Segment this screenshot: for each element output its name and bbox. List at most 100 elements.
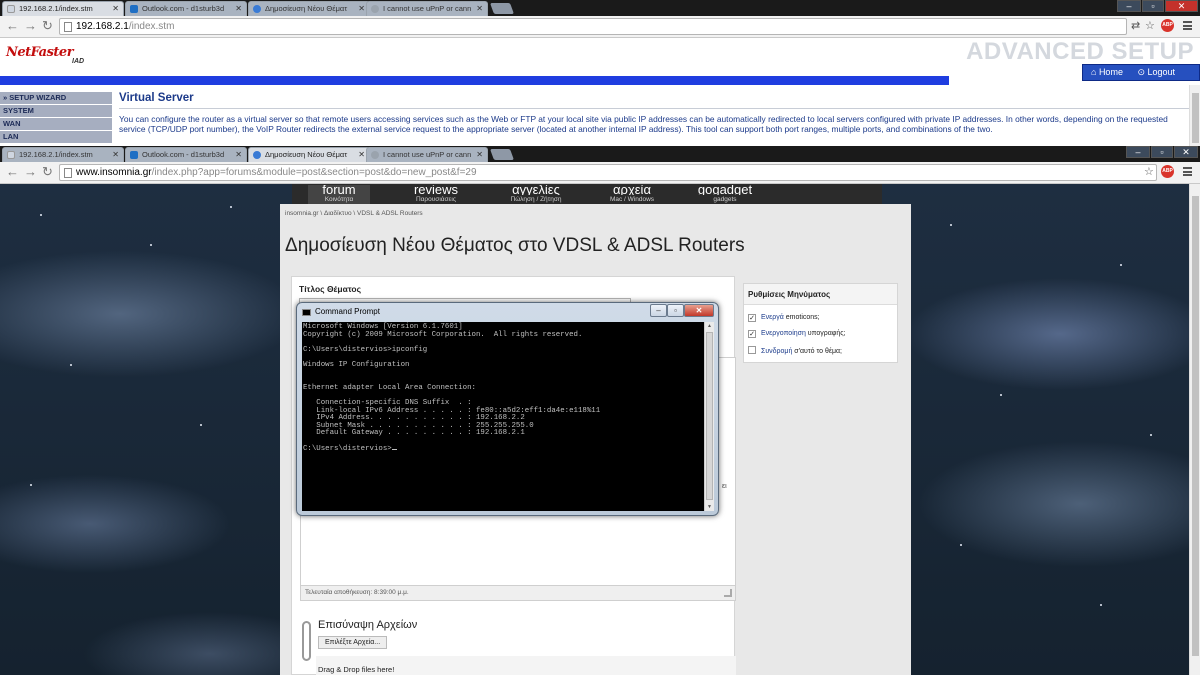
- close-tab-icon[interactable]: ✕: [358, 2, 365, 16]
- header-divider: [0, 76, 949, 85]
- adblock-icon[interactable]: ABP: [1161, 19, 1174, 32]
- new-tab-button[interactable]: [489, 149, 515, 160]
- scroll-up-icon[interactable]: ▲: [706, 323, 713, 329]
- menu-icon[interactable]: [1183, 21, 1192, 30]
- forward-icon[interactable]: →: [24, 19, 37, 33]
- option-subscribe[interactable]: Συνδρομή σ'αυτό το θέμα;: [748, 346, 842, 355]
- sidebar-item-system[interactable]: SYSTEM: [0, 105, 112, 118]
- console-scrollbar[interactable]: ▲ ▼: [704, 322, 714, 511]
- nav-sublabel: gadgets: [713, 196, 737, 203]
- star: [960, 544, 962, 546]
- resize-handle-icon[interactable]: [724, 589, 732, 597]
- browser-toolbar: ← → ↻ www.insomnia.gr/index.php?app=foru…: [0, 162, 1200, 184]
- option-label: σ'αυτό το θέμα;: [792, 348, 842, 355]
- restore-button[interactable]: ▫: [1142, 0, 1164, 12]
- tab-outlook[interactable]: Outlook.com - d1sturb3d ✕: [125, 147, 247, 162]
- adblock-icon[interactable]: ABP: [1161, 165, 1174, 178]
- choose-files-button[interactable]: Επιλέξτε Αρχεία...: [318, 636, 388, 649]
- star-icon[interactable]: ☆: [1144, 165, 1154, 179]
- new-tab-button[interactable]: [489, 3, 515, 14]
- nav-classifieds[interactable]: αγγελίες Πώληση / Ζήτηση: [496, 185, 576, 203]
- home-link[interactable]: ⌂ Home: [1091, 67, 1129, 77]
- close-window-button[interactable]: ✕: [1165, 0, 1198, 12]
- nav-sublabel: Κοινότητα: [324, 196, 354, 203]
- forward-icon[interactable]: →: [24, 165, 37, 179]
- url-host: 192.168.2.1: [76, 21, 129, 32]
- nav-reviews[interactable]: reviews Παρουσιάσεις: [396, 185, 476, 203]
- address-bar[interactable]: www.insomnia.gr/index.php?app=forums&mod…: [59, 164, 1157, 181]
- tab-upnp[interactable]: I cannot use uPnP or cann ✕: [366, 1, 488, 16]
- option-label: emoticons;: [783, 314, 820, 321]
- nav-label: gogadget: [697, 185, 753, 195]
- editor-status: Τελευταία αποθήκευση: 8:39:00 μ.μ.: [300, 585, 736, 601]
- section-title: Virtual Server: [119, 92, 194, 104]
- close-button[interactable]: ✕: [684, 304, 714, 317]
- minimize-button[interactable]: –: [1117, 0, 1141, 12]
- console-output[interactable]: Microsoft Windows [Version 6.1.7601] Copy…: [302, 322, 704, 511]
- minimize-button[interactable]: –: [650, 304, 667, 317]
- tab-label: 192.168.2.1/index.stm: [19, 4, 93, 13]
- tab-label: I cannot use uPnP or cann: [383, 4, 472, 13]
- close-tab-icon[interactable]: ✕: [112, 2, 119, 16]
- close-tab-icon[interactable]: ✕: [476, 2, 483, 16]
- attach-files-title: Επισύναψη Αρχείων: [318, 619, 418, 631]
- nav-label: αγγελίες: [512, 185, 560, 195]
- page-icon: [7, 151, 15, 159]
- minimize-button[interactable]: –: [1126, 146, 1150, 158]
- checkbox-checked-icon[interactable]: ✓: [748, 314, 756, 322]
- translate-icon[interactable]: ⇄: [1131, 19, 1140, 33]
- tab-label: I cannot use uPnP or cann: [383, 150, 472, 159]
- scrollbar-thumb[interactable]: [1192, 93, 1199, 143]
- setup-sidebar: » SETUP WIZARD SYSTEM WAN LAN: [0, 92, 112, 144]
- close-tab-icon[interactable]: ✕: [112, 148, 119, 162]
- tab-insomnia[interactable]: Δημοσίευση Νέου Θέματ ✕: [248, 1, 370, 16]
- console-line: C:\Users\distervios>: [303, 445, 704, 454]
- sidebar-item-wan[interactable]: WAN: [0, 118, 112, 131]
- sidebar-item-setup-wizard[interactable]: » SETUP WIZARD: [0, 92, 112, 105]
- scrollbar-thumb[interactable]: [706, 332, 713, 500]
- option-signature[interactable]: ✓ Ενεργοποίηση υπογραφής;: [748, 330, 846, 338]
- tab-label: Δημοσίευση Νέου Θέματ: [265, 4, 348, 13]
- page-scrollbar[interactable]: [1189, 184, 1200, 675]
- close-tab-icon[interactable]: ✕: [235, 2, 242, 16]
- page-title: Δημοσίευση Νέου Θέματος στο VDSL & ADSL …: [285, 235, 745, 256]
- reload-icon[interactable]: ↻: [42, 19, 53, 33]
- console-icon: [302, 309, 311, 316]
- tab-router[interactable]: 192.168.2.1/index.stm ✕: [2, 1, 124, 16]
- close-tab-icon[interactable]: ✕: [476, 148, 483, 162]
- logout-link[interactable]: ⊙ Logout: [1137, 67, 1181, 77]
- nav-gogadget[interactable]: gogadget gadgets: [682, 185, 768, 203]
- nav-files[interactable]: αρχεία Mac / Windows: [592, 185, 672, 203]
- star-icon[interactable]: ☆: [1145, 19, 1155, 33]
- tab-label: Δημοσίευση Νέου Θέματ: [265, 150, 348, 159]
- breadcrumb[interactable]: insomnia.gr \ Διαδίκτυο \ VDSL & ADSL Ro…: [285, 210, 423, 217]
- insomnia-icon: [253, 151, 261, 159]
- tab-router[interactable]: 192.168.2.1/index.stm ✕: [2, 147, 124, 162]
- tab-upnp[interactable]: I cannot use uPnP or cann ✕: [366, 147, 488, 162]
- sidebar-item-lan[interactable]: LAN: [0, 131, 112, 144]
- close-window-button[interactable]: ✕: [1174, 146, 1198, 158]
- tab-outlook[interactable]: Outlook.com - d1sturb3d ✕: [125, 1, 247, 16]
- back-icon[interactable]: ←: [6, 19, 19, 33]
- option-label-strong: Ενεργοποίηση: [761, 330, 806, 337]
- reload-icon[interactable]: ↻: [42, 165, 53, 179]
- tab-insomnia[interactable]: Δημοσίευση Νέου Θέματ ✕: [248, 147, 370, 162]
- scrollbar-thumb[interactable]: [1192, 196, 1199, 656]
- scroll-down-icon[interactable]: ▼: [706, 504, 713, 510]
- back-icon[interactable]: ←: [6, 165, 19, 179]
- drop-zone[interactable]: Drag & Drop files here!: [316, 656, 736, 675]
- option-emoticons[interactable]: ✓ Ενεργά emoticons;: [748, 314, 820, 322]
- maximize-button[interactable]: ▫: [667, 304, 684, 317]
- checkbox-empty-icon[interactable]: [748, 346, 756, 354]
- restore-button[interactable]: ▫: [1151, 146, 1173, 158]
- star: [70, 364, 72, 366]
- close-tab-icon[interactable]: ✕: [235, 148, 242, 162]
- close-tab-icon[interactable]: ✕: [358, 148, 365, 162]
- checkbox-checked-icon[interactable]: ✓: [748, 330, 756, 338]
- address-bar[interactable]: 192.168.2.1/index.stm: [59, 18, 1127, 35]
- command-prompt-window[interactable]: Command Prompt – ▫ ✕ Microsoft Windows […: [296, 302, 719, 516]
- page-scrollbar[interactable]: [1189, 85, 1200, 146]
- page-icon: [7, 5, 15, 13]
- menu-icon[interactable]: [1183, 167, 1192, 176]
